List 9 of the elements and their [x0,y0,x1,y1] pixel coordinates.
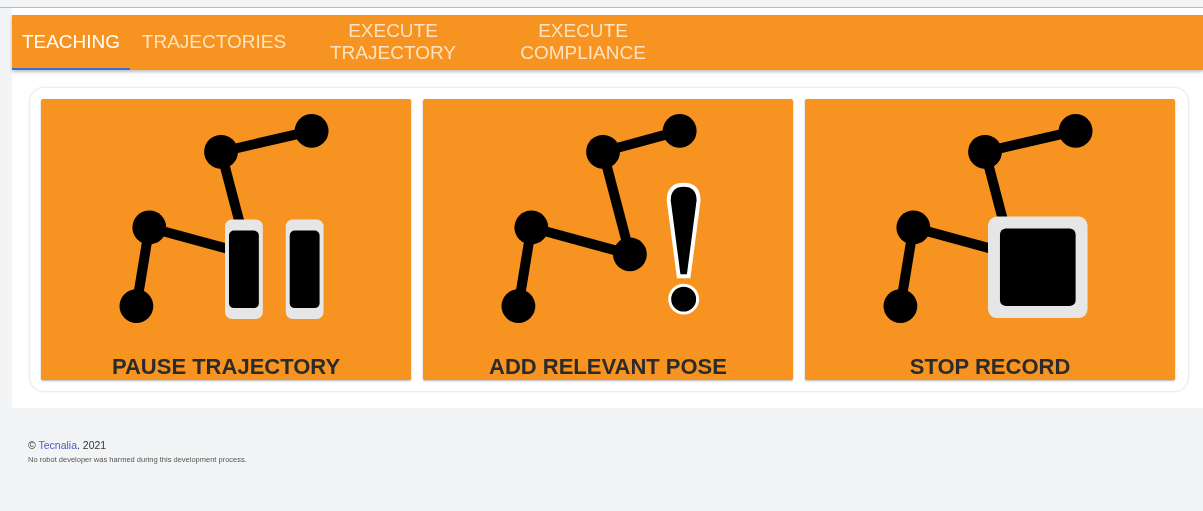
robot-arm-icon [501,114,697,324]
stop-icon [988,216,1088,319]
exclamation-icon [666,182,701,315]
company-link[interactable]: Tecnalia [38,439,77,451]
action-button[interactable]: ADD RELEVANT POSE [423,99,793,380]
pause-icon [225,219,324,320]
action-button[interactable]: PAUSE TRAJECTORY [41,99,411,380]
action-button[interactable]: STOP RECORD [805,99,1175,380]
copyright-text: © Tecnalia. 2021 [28,439,108,451]
